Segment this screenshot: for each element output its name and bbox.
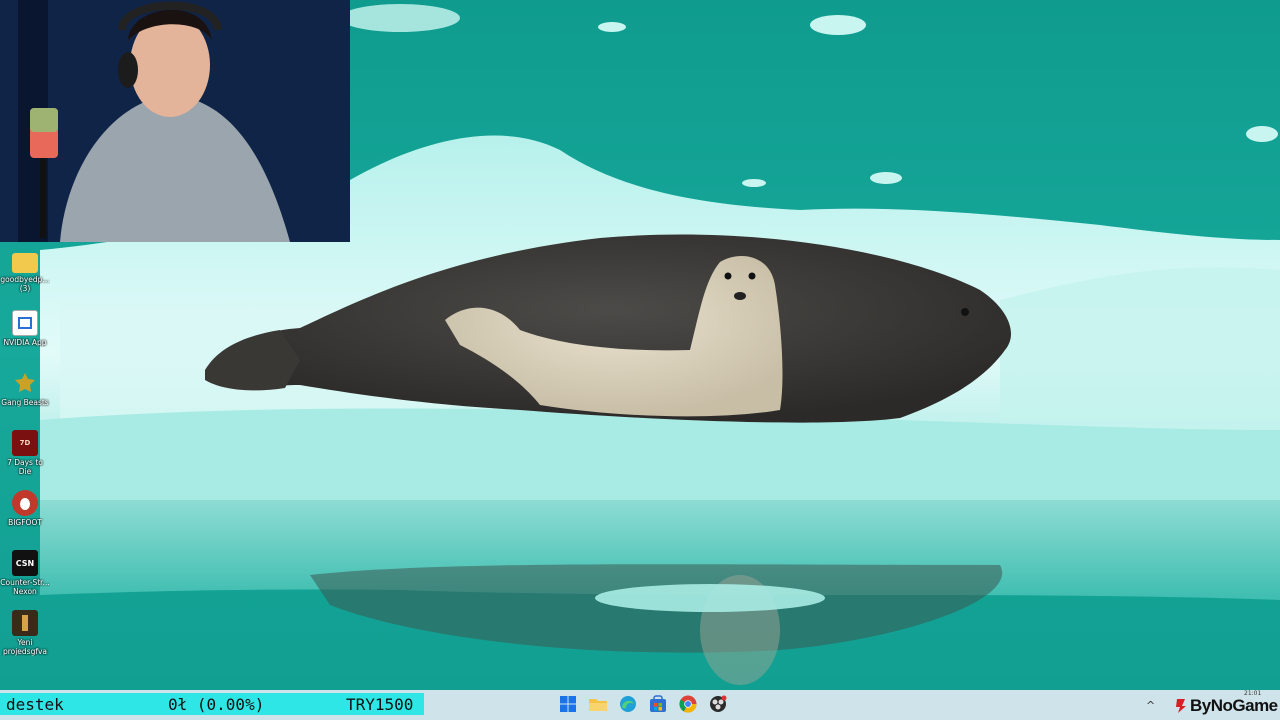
- ticker-name: destek: [6, 695, 64, 714]
- windows-start-icon[interactable]: [556, 692, 580, 716]
- nvidia-app-icon: [12, 310, 38, 336]
- desktop-icon-goodbyedp[interactable]: goodbyedp... (3): [0, 250, 50, 293]
- gang-beasts-icon: [12, 370, 38, 396]
- microsoft-store-icon[interactable]: [646, 692, 670, 716]
- desktop-icon-label: goodbyedp... (3): [0, 275, 50, 293]
- obs-icon[interactable]: [706, 692, 730, 716]
- desktop-icon-counter-strike-nexon[interactable]: CSN Counter-Str... Nexon: [0, 550, 50, 596]
- desktop-icon-label: Gang Beasts: [1, 398, 49, 407]
- seven-days-to-die-icon: 7D: [12, 430, 38, 456]
- desktop-icon-7-days-to-die[interactable]: 7D 7 Days to Die: [0, 430, 50, 476]
- bynogame-wordmark: ByNoGame: [1190, 696, 1278, 715]
- chrome-icon[interactable]: [676, 692, 700, 716]
- bigfoot-icon: [12, 490, 38, 516]
- desktop-icon-label: Yeni projedsgfva: [2, 638, 48, 656]
- system-tray: ^ 21:01: [1146, 690, 1261, 718]
- desktop-icon-nvidia-app[interactable]: NVIDIA App: [0, 310, 50, 347]
- desktop-icon-gang-beasts[interactable]: Gang Beasts: [0, 370, 50, 407]
- bynogame-logo-icon: [1176, 699, 1186, 713]
- file-explorer-icon[interactable]: [586, 692, 610, 716]
- desktop-icon-label: 7 Days to Die: [7, 458, 43, 476]
- ticker-amount: 0ł (0.00%): [168, 695, 265, 714]
- counter-strike-nexon-icon: CSN: [12, 550, 38, 576]
- bynogame-watermark: ByNoGame: [1174, 695, 1278, 717]
- project-icon: [12, 610, 38, 636]
- show-hidden-icons-chevron-icon[interactable]: ^: [1146, 699, 1155, 712]
- desktop-icon-label: Counter-Str... Nexon: [0, 578, 50, 596]
- webcam-overlay: [0, 0, 350, 242]
- desktop-icon-label: BIGFOOT: [8, 518, 42, 527]
- desktop-icon-yeni-proje[interactable]: Yeni projedsgfva: [0, 610, 50, 656]
- donation-ticker: destek 0ł (0.00%) TRY1500: [0, 693, 424, 715]
- edge-browser-icon[interactable]: [616, 692, 640, 716]
- desktop-icon-bigfoot[interactable]: BIGFOOT: [0, 490, 50, 527]
- taskbar-pinned-apps: [556, 692, 730, 718]
- desktop-icon-label: NVIDIA App: [3, 338, 47, 347]
- folder-icon: [12, 253, 38, 273]
- ticker-goal: TRY1500: [346, 695, 414, 714]
